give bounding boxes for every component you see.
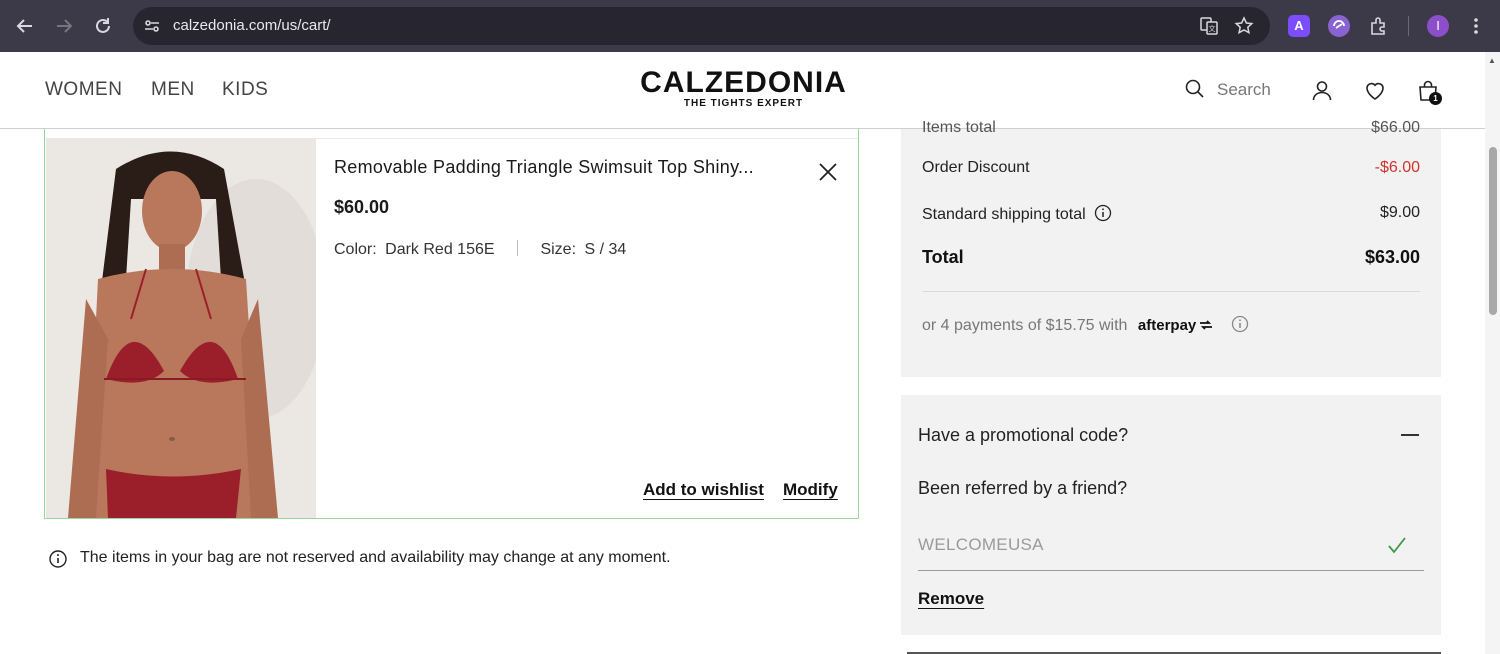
promo-heading[interactable]: Have a promotional code? [918,425,1128,446]
search-label: Search [1217,80,1271,99]
color-label: Color: [334,241,377,258]
url-text[interactable]: calzedonia.com/us/cart/ [173,17,331,34]
nav-men[interactable]: MEN [151,79,195,101]
add-to-wishlist-link[interactable]: Add to wishlist [643,480,764,500]
bookmark-star-icon[interactable] [1234,16,1254,36]
shipping-value: $9.00 [1379,204,1420,221]
order-discount-value: -$6.00 [1374,159,1420,176]
afterpay-info-icon[interactable] [1231,315,1249,333]
product-name[interactable]: Removable Padding Triangle Swimsuit Top … [334,157,754,178]
reload-icon[interactable] [90,13,116,39]
nav-women[interactable]: WOMEN [45,79,122,101]
shipping-label: Standard shipping total [922,206,1086,223]
back-icon[interactable] [12,13,38,39]
items-total-row: Items total $66.00 [922,119,1420,141]
product-image[interactable] [46,139,316,518]
check-icon [1388,537,1406,554]
promo-code-field[interactable]: WELCOMEUSA [918,525,1424,571]
promo-code-panel: Have a promotional code? Been referred b… [901,395,1441,635]
promo-code-value[interactable]: WELCOMEUSA [918,535,1044,555]
scroll-up-icon[interactable]: ▲ [1488,56,1496,65]
items-total-value: $66.00 [1371,119,1420,136]
afterpay-text: or 4 payments of $15.75 with [922,317,1128,334]
collapse-minus-icon[interactable] [1401,434,1419,436]
items-total-label: Items total [922,119,996,136]
toolbar-divider [1408,16,1409,36]
shipping-row: Standard shipping total $9.00 [922,204,1420,226]
extension-a-icon[interactable]: A [1288,15,1310,37]
total-row: Total $63.00 [922,247,1420,269]
browser-menu-icon[interactable] [1466,15,1486,37]
summary-divider [922,291,1420,292]
afterpay-installments: or 4 payments of $15.75 with afterpay [922,315,1249,335]
scrollbar-thumb[interactable] [1489,147,1497,315]
site-logo[interactable]: CALZEDONIA THE TIGHTS EXPERT [636,66,851,110]
order-discount-label: Order Discount [922,159,1030,176]
total-value: $63.00 [1364,247,1420,267]
total-label: Total [922,247,964,267]
info-icon [49,550,67,568]
site-settings-icon[interactable] [143,17,161,35]
card-top-divider [45,129,858,139]
extension-swirl-icon[interactable] [1328,15,1350,37]
size-label: Size: [540,241,577,258]
afterpay-arrows-icon [1200,320,1213,330]
search-icon [1185,79,1204,98]
translate-icon[interactable]: 文 [1199,16,1219,36]
order-discount-row: Order Discount -$6.00 [922,159,1420,181]
product-attributes: Color: Dark Red 156E Size: S / 34 [334,240,626,259]
color-value: Dark Red 156E [385,241,495,258]
site-header: WOMEN MEN KIDS CALZEDONIA THE TIGHTS EXP… [0,52,1485,129]
wishlist-heart-icon[interactable] [1363,79,1387,103]
afterpay-brand: afterpay [1137,317,1197,334]
remove-promo-link[interactable]: Remove [918,589,984,609]
notice-text: The items in your bag are not reserved a… [80,549,671,566]
logo-brand: CALZEDONIA [640,66,847,99]
size-value: S / 34 [584,241,627,258]
shipping-info-icon[interactable] [1094,204,1112,222]
profile-avatar-icon[interactable]: I [1427,15,1449,37]
cart-item-card: Removable Padding Triangle Swimsuit Top … [44,129,859,519]
bag-count-badge: 1 [1429,92,1442,105]
browser-toolbar: calzedonia.com/us/cart/ 文 A I [0,0,1500,52]
account-icon[interactable] [1310,79,1334,103]
shipping-label-wrap: Standard shipping total [922,204,1112,224]
address-bar[interactable]: calzedonia.com/us/cart/ 文 [133,7,1270,45]
extensions-puzzle-icon[interactable] [1368,15,1390,37]
logo-tagline: THE TIGHTS EXPERT [683,98,804,109]
order-summary: Items total $66.00 Order Discount -$6.00… [901,119,1441,377]
attribute-separator [516,240,518,256]
nav-kids[interactable]: KIDS [222,79,268,101]
afterpay-logo: afterpay [1138,317,1214,334]
product-price: $60.00 [334,197,390,217]
page-scrollbar[interactable]: ▲ [1485,52,1500,654]
remove-item-close-icon[interactable] [817,161,839,183]
forward-icon[interactable] [51,13,77,39]
svg-text:文: 文 [1209,24,1216,33]
referral-heading: Been referred by a friend? [918,478,1128,498]
modify-link[interactable]: Modify [783,480,838,500]
